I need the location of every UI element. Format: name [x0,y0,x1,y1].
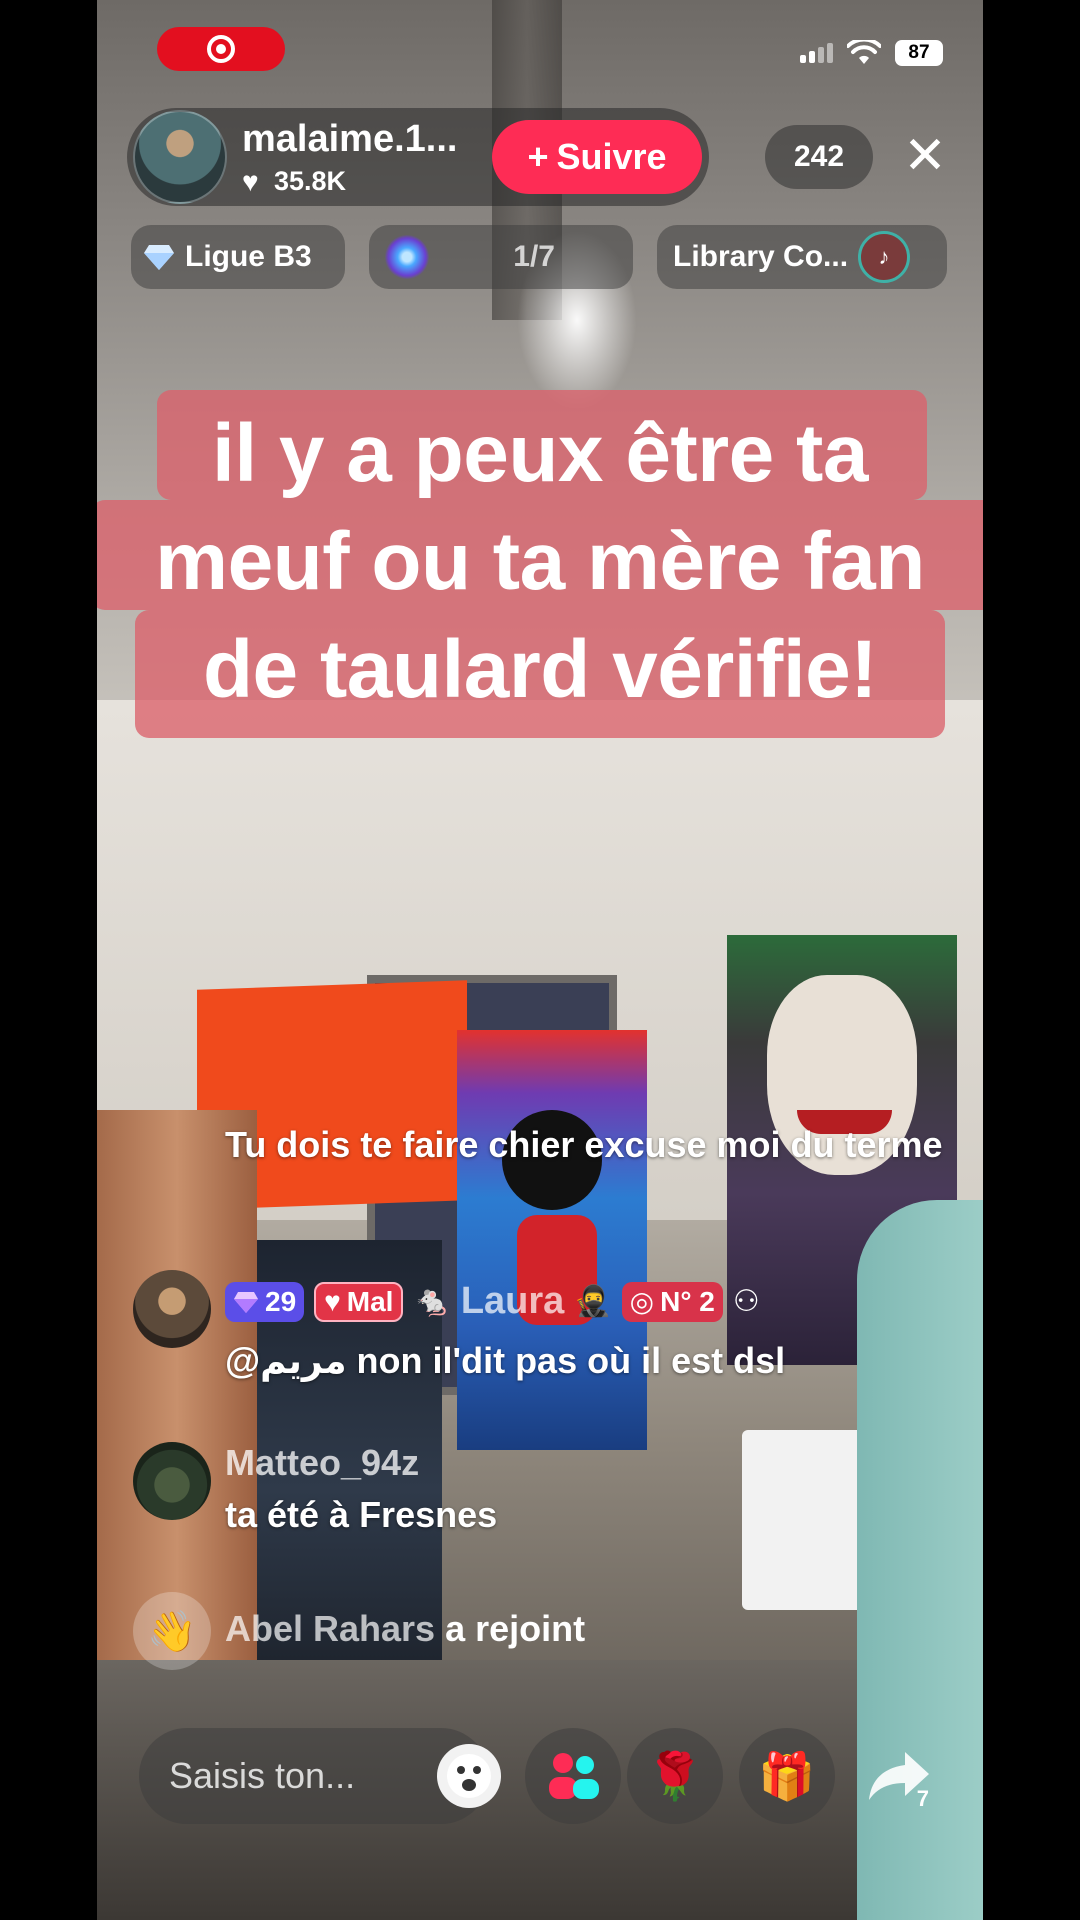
medal-icon: ◎ [629,1286,655,1317]
chat-message-plain: Tu dois te faire chier excuse moi du ter… [225,1124,943,1165]
host-likes: ♥ 35.8K [242,166,346,197]
gem-icon [234,1291,258,1313]
signal-icon [800,43,833,63]
multi-guest-button[interactable] [525,1728,621,1824]
people-icon [549,1753,599,1799]
smiley-icon [447,1754,491,1798]
gift-button[interactable]: 🎁 [739,1728,835,1824]
join-notice: Abel Rahars a rejoint [225,1608,585,1650]
share-button[interactable]: 7 [851,1728,947,1824]
fan-badge-label: Mal [346,1285,394,1317]
matteo-message: ta été à Fresnes [225,1494,498,1535]
friends-icon: ⚇ [732,1285,760,1318]
banner-line-1: il y a peux être ta [212,408,868,499]
library-chip[interactable]: Library Co... ♪ [657,225,947,289]
matteo-username[interactable]: Matteo_94z [225,1442,419,1484]
plus-icon: + [527,136,549,177]
live-stream-screen: 87 malaime.1... ♥ 35.8K + Suivre 242 ✕ L… [97,0,983,1920]
ranking-chip[interactable]: 1/7 [369,225,633,289]
laura-message: @مريم non il'dit pas où il est dsl [225,1340,786,1381]
ninja-icon: 🥷 [574,1285,612,1318]
league-label: Ligue B3 [185,240,312,273]
follow-label: Suivre [556,136,667,177]
battery-icon: 87 [895,40,943,66]
fan-badge: ♥ Mal [314,1281,404,1322]
follow-button[interactable]: + Suivre [492,120,702,194]
diamond-icon [144,245,174,270]
rose-gift-button[interactable]: 🌹 [627,1728,723,1824]
level-badge: 29 [225,1281,305,1322]
matteo-avatar[interactable] [133,1442,211,1520]
rank-badge-label: N° 2 [660,1285,715,1317]
status-icons: 87 [800,40,943,66]
share-count: 7 [916,1786,929,1811]
joined-action: a rejoint [445,1608,586,1649]
emoji-button[interactable] [437,1744,501,1808]
heart-icon: ♥ [242,165,259,197]
host-avatar[interactable] [133,110,227,204]
host-username[interactable]: malaime.1... [242,118,457,161]
banner-text: il y a peux être ta meuf ou ta mère fan … [97,400,983,724]
rose-icon: 🌹 [646,1749,704,1802]
comment-input[interactable] [169,1728,399,1824]
close-icon[interactable]: ✕ [897,130,953,186]
joined-username[interactable]: Abel Rahars [225,1608,435,1649]
likes-count: 35.8K [274,166,347,196]
wave-icon: 👋 [133,1592,211,1670]
viewer-count[interactable]: 242 [765,125,873,189]
heart-v-icon: ♥ [324,1285,341,1317]
level-number: 29 [265,1285,297,1317]
mouse-icon: 🐁 [413,1285,451,1318]
screen-recording-indicator[interactable] [157,27,285,71]
laura-badges: 29 ♥ Mal 🐁 Laura 🥷 ◎ N° 2 ⚇ [225,1280,760,1323]
rank-badge: ◎ N° 2 [621,1281,723,1322]
tiktok-music-icon: ♪ [858,231,911,283]
gift-icon: 🎁 [758,1749,816,1802]
banner-line-3: de taulard vérifie! [202,624,878,715]
sparkle-icon [385,235,429,279]
laura-username[interactable]: Laura [461,1280,564,1323]
laura-avatar[interactable] [133,1270,211,1348]
wifi-icon [847,40,881,64]
ranking-label: 1/7 [513,240,555,273]
league-chip[interactable]: Ligue B3 [131,225,345,289]
record-icon [207,35,235,63]
library-label: Library Co... [673,240,849,273]
banner-line-2: meuf ou ta mère fan [155,516,925,607]
